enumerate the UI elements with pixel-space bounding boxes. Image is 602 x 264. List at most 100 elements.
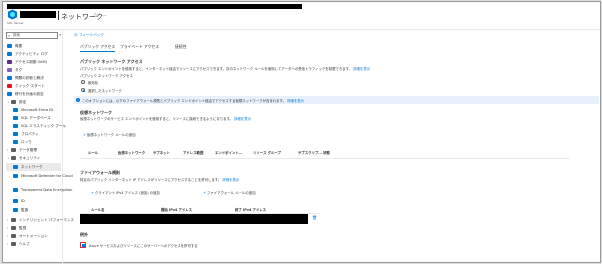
sidebar-item-label: 設定 — [19, 100, 27, 104]
firewall-col-rule-name: ルール名 — [91, 208, 105, 212]
page-header: SQL Server ネットワーク ☆ … — [3, 2, 600, 30]
nav-icon — [7, 60, 12, 64]
sidebar-item[interactable]: タグ — [6, 66, 61, 74]
sidebar-item[interactable]: › データ管理 — [6, 146, 61, 154]
sidebar-item[interactable]: SQL エラスティック プール — [6, 122, 66, 130]
firewall-description-text: 特定のパブリック インターネット IP アドレスがリソースにアクセスすることを許… — [80, 178, 222, 182]
sidebar-item[interactable]: Microsoft Defender for Cloud — [6, 172, 73, 180]
add-firewall-rule-label: ファイアウォール ルールの追加 — [206, 191, 256, 195]
delete-icon[interactable]: 🗑 — [312, 215, 317, 220]
tab-connectivity[interactable]: 接続性 — [175, 44, 186, 50]
sidebar-item[interactable]: ロック — [6, 138, 61, 146]
nav-icon — [7, 92, 12, 96]
vnet-header-divider — [80, 158, 570, 159]
nav-icon — [13, 165, 18, 169]
info-learn-more-link[interactable]: 詳細を表示 — [287, 99, 304, 103]
sidebar-item[interactable]: アクティビティ ログ — [6, 50, 61, 58]
disable-radio-label: 無効化 — [88, 81, 99, 85]
sidebar-item[interactable]: Microsoft Entra ID — [6, 106, 61, 114]
add-vnet-rule-button[interactable]: + 仮想ネットワーク ルールの追加 — [83, 132, 135, 137]
sidebar-item[interactable]: 移行を計画の設定 — [6, 90, 61, 98]
sidebar-item-label: Transparent Data Encryption — [21, 188, 73, 192]
nav-icon — [11, 148, 16, 152]
public-access-heading: パブリック ネットワーク アクセス — [80, 59, 143, 64]
sql-server-icon — [7, 9, 18, 20]
sidebar-item[interactable]: ID — [6, 197, 61, 205]
sidebar-item-label: アクセス制御 (IAM) — [15, 60, 47, 64]
tab-public-access[interactable]: パブリック アクセス — [80, 44, 116, 52]
add-client-ip-button[interactable]: + クライアント IPv4 アドレス (追加) の追加 — [91, 190, 160, 195]
collapse-icon[interactable]: « — [59, 32, 61, 37]
sidebar-item-label: 概要 — [15, 44, 23, 48]
sidebar-item[interactable]: › ヘルプ — [6, 240, 61, 248]
nav-icon — [11, 100, 16, 104]
info-banner: i このオプションには、以下のファイアウォール規則とパブリック エンドポイント経… — [74, 96, 599, 104]
ellipsis-icon[interactable]: … — [101, 11, 107, 18]
firewall-col-start-ip: 開始 IPv4 アドレス — [161, 208, 193, 212]
sidebar-item[interactable]: ⌄ セキュリティ — [6, 154, 61, 162]
sidebar-item-label: 問題の診断と解決 — [15, 76, 44, 80]
tab-private-access[interactable]: プライベート アクセス — [120, 44, 159, 50]
firewall-heading: ファイアウォール規則 — [80, 170, 120, 175]
sidebar-item[interactable]: ネットワーク — [6, 163, 61, 171]
sidebar-item[interactable]: › オートメーション — [6, 232, 61, 240]
star-icon[interactable]: ☆ — [93, 12, 98, 19]
selected-networks-label: 選択したネットワーク — [88, 89, 122, 93]
feedback-button[interactable]: ☺ フィードバック — [74, 33, 104, 38]
vnet-col-header: アドレス範囲 — [183, 151, 204, 155]
allow-azure-services-label: Azure サービスおよびリソースにこのサーバーへのアクセスを許可する — [89, 244, 198, 248]
sidebar-item[interactable]: 監査 — [6, 206, 61, 214]
firewall-learn-more-link[interactable]: 詳細を表示 — [222, 178, 239, 182]
sidebar-item[interactable]: › インテリジェント パフォーマンス — [6, 216, 74, 224]
nav-icon — [11, 242, 16, 246]
sidebar-item[interactable]: Transparent Data Encryption — [6, 186, 72, 194]
nav-icon — [7, 76, 12, 80]
sidebar-item-label: プロパティ — [21, 132, 39, 136]
learn-more-link[interactable]: 詳細を表示 — [353, 67, 370, 71]
vnet-col-header: エンドポイント... — [215, 151, 243, 155]
public-access-label: パブリック ネットワーク アクセス — [80, 74, 133, 78]
add-client-ip-label: クライアント IPv4 アドレス (追加) の追加 — [94, 191, 160, 195]
add-vnet-rule-label: 仮想ネットワーク ルールの追加 — [86, 133, 136, 137]
add-firewall-rule-button[interactable]: + ファイアウォール ルールの追加 — [203, 190, 255, 195]
sidebar-item[interactable]: クイック スタート — [6, 82, 61, 90]
sidebar-item-label: Microsoft Defender for Cloud — [21, 174, 73, 178]
vnet-learn-more-link[interactable]: 詳細を表示 — [234, 117, 251, 121]
nav-icon — [11, 156, 16, 160]
allow-azure-services-checkbox[interactable] — [80, 242, 86, 248]
sidebar-item-label: データ管理 — [19, 148, 37, 152]
sidebar-item[interactable]: 問題の診断と解決 — [6, 74, 61, 82]
search-input[interactable]: ⌕ 検索 — [6, 32, 58, 39]
sidebar-item[interactable]: › 監視 — [6, 224, 61, 232]
resource-subtitle: SQL Server — [7, 21, 24, 25]
redacted-firewall-row — [80, 214, 308, 224]
sidebar-item-label: SQL データベース — [21, 116, 51, 120]
title-separator — [58, 11, 59, 20]
sidebar-item[interactable]: SQL データベース — [6, 114, 61, 122]
nav-icon — [11, 218, 16, 222]
feedback-label: フィードバック — [78, 33, 104, 37]
sidebar-item[interactable]: アクセス制御 (IAM) — [6, 58, 61, 66]
nav-icon — [7, 52, 12, 56]
search-icon: ⌕ — [8, 33, 11, 38]
sidebar-item-label: セキュリティ — [19, 156, 41, 160]
vnet-description: 仮想ネットワークのサービス エンドポイントを使用すると、リソースに接続できるよう… — [80, 116, 251, 121]
sidebar-item-label: Microsoft Entra ID — [21, 108, 54, 112]
nav-icon — [13, 208, 18, 212]
vnet-col-header: サブスクリプ... — [298, 151, 323, 155]
sidebar-item[interactable]: ⌄ 設定 — [6, 98, 61, 106]
vnet-col-header: サブネット — [153, 151, 170, 155]
sidebar-item-label: タグ — [15, 68, 23, 72]
nav-icon — [13, 116, 18, 120]
disable-radio[interactable] — [81, 80, 85, 84]
selected-networks-radio[interactable] — [81, 88, 85, 92]
sidebar-item-label: ヘルプ — [19, 242, 30, 246]
sidebar-item-label: 移行を計画の設定 — [15, 92, 44, 96]
sidebar-item-label: アクティビティ ログ — [15, 52, 48, 56]
sidebar-item[interactable]: 概要 — [6, 42, 61, 50]
nav-icon — [13, 174, 18, 178]
vnet-description-text: 仮想ネットワークのサービス エンドポイントを使用すると、リソースに接続できるよう… — [80, 117, 233, 121]
nav-icon — [7, 68, 12, 72]
vnet-col-header: ルール — [88, 151, 99, 155]
sidebar-item[interactable]: プロパティ — [6, 130, 61, 138]
